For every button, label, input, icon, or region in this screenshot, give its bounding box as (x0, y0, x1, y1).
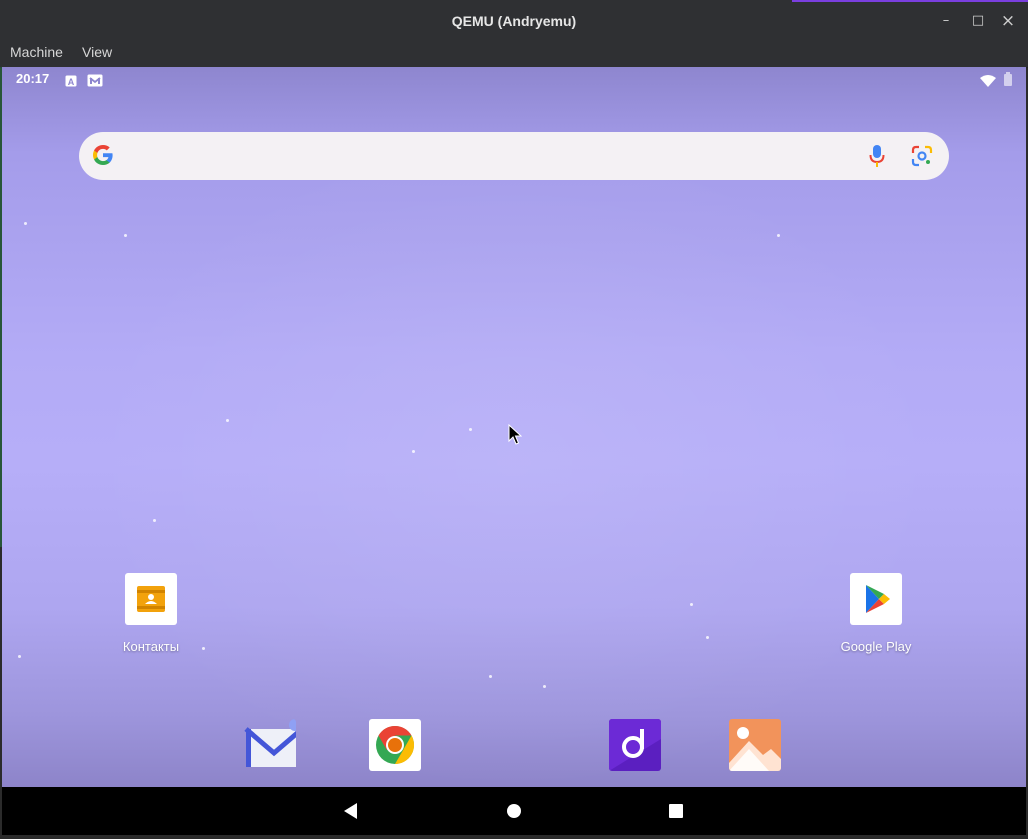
wallpaper-sparkle (777, 234, 780, 237)
status-bar: 20:17 A (2, 67, 1026, 91)
window-titlebar[interactable]: QEMU (Andryemu) – □ × (0, 0, 1028, 40)
microphone-icon[interactable] (869, 144, 885, 172)
wallpaper-sparkle (124, 234, 127, 237)
wallpaper-sparkle (153, 519, 156, 522)
wallpaper-sparkle (412, 450, 415, 453)
home-icon[interactable] (490, 787, 538, 835)
window-title: QEMU (Andryemu) (451, 13, 577, 29)
wallpaper-sparkle (489, 675, 492, 678)
svg-text:A: A (68, 77, 75, 87)
gmail-icon (87, 72, 103, 91)
contacts-icon (125, 573, 177, 625)
gallery-app-icon[interactable] (729, 719, 781, 771)
back-icon[interactable] (327, 787, 375, 835)
app-contacts[interactable]: Контакты (96, 573, 206, 654)
chrome-app-icon[interactable] (369, 719, 421, 771)
wallpaper-sparkle (24, 222, 27, 225)
recents-icon[interactable] (652, 787, 700, 835)
android-home-screen[interactable]: 20:17 A Контакты Google Play (2, 67, 1026, 787)
battery-icon (1004, 71, 1012, 90)
wifi-icon (980, 72, 996, 91)
mouse-pointer-icon (508, 423, 523, 450)
music-app-icon[interactable] (609, 719, 661, 771)
google-lens-icon[interactable] (911, 145, 933, 171)
status-clock: 20:17 (16, 71, 50, 86)
menu-view[interactable]: View (82, 44, 112, 60)
email-app-icon[interactable] (244, 719, 296, 771)
play-store-icon (850, 573, 902, 625)
android-nav-bar (2, 787, 1026, 835)
maximize-button[interactable]: □ (967, 10, 989, 32)
wallpaper-sparkle (543, 685, 546, 688)
wallpaper-sparkle (226, 419, 229, 422)
menu-bar: Machine View (0, 40, 1028, 68)
app-label: Контакты (122, 639, 180, 654)
wallpaper-sparkle (690, 603, 693, 606)
app-google-play[interactable]: Google Play (821, 573, 931, 654)
minimize-button[interactable]: – (935, 10, 957, 32)
wallpaper-sparkle (18, 655, 21, 658)
a-keyboard-icon: A (65, 72, 77, 91)
close-button[interactable]: × (997, 10, 1019, 32)
wallpaper-sparkle (469, 428, 472, 431)
google-g-icon (91, 143, 115, 171)
wallpaper-sparkle (706, 636, 709, 639)
menu-machine[interactable]: Machine (10, 44, 63, 60)
google-search-bar[interactable] (79, 132, 949, 180)
app-label: Google Play (840, 639, 912, 654)
